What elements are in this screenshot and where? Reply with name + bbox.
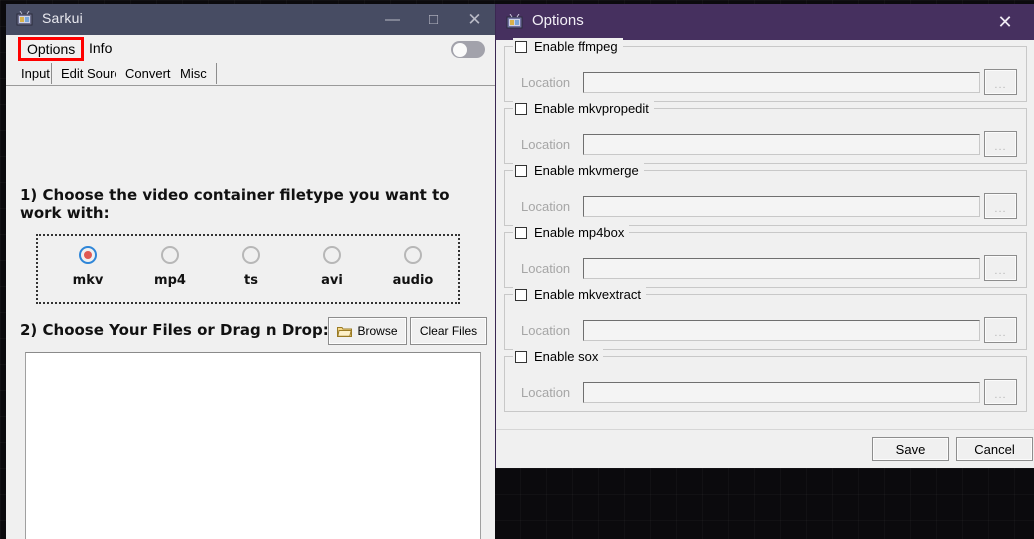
main-titlebar: Sarkui — □ ✕: [6, 4, 495, 35]
browse-dots-button-sox[interactable]: ...: [984, 379, 1017, 405]
browse-button[interactable]: Browse: [328, 317, 407, 345]
step2-heading: 2) Choose Your Files or Drag n Drop:: [20, 321, 329, 339]
options-titlebar: Options ✕: [496, 4, 1034, 40]
location-label: Location: [521, 198, 571, 214]
group-title-mkvpropedit: Enable mkvpropedit: [534, 101, 649, 116]
tv-app-icon: [506, 13, 523, 29]
options-dialog-body: Enable ffmpeg Location ... Enable mkvpro…: [496, 38, 1034, 412]
radio-label-audio: audio: [392, 273, 434, 288]
main-window-title: Sarkui: [42, 10, 83, 26]
radio-circle-ts: [242, 246, 260, 264]
checkbox-enable-ffmpeg[interactable]: [515, 40, 527, 53]
checkbox-enable-mp4box[interactable]: [515, 226, 527, 239]
radio-option-mkv[interactable]: mkv: [46, 246, 130, 288]
filetype-radio-group: mkv mp4 ts avi audio: [36, 234, 460, 304]
browse-button-label: Browse: [357, 324, 398, 338]
browse-dots-button-ffmpeg[interactable]: ...: [984, 69, 1017, 95]
toggle-knob: [452, 42, 467, 57]
radio-label-avi: avi: [321, 273, 343, 288]
window-controls: — □ ✕: [372, 4, 495, 35]
theme-toggle[interactable]: [451, 41, 485, 58]
save-button[interactable]: Save: [872, 437, 949, 461]
checkbox-enable-mkvmerge[interactable]: [515, 164, 527, 177]
group-mkvmerge: Enable mkvmerge Location ...: [504, 162, 1027, 226]
group-mkvpropedit: Enable mkvpropedit Location ...: [504, 100, 1027, 164]
location-label: Location: [521, 74, 571, 90]
location-input-mkvmerge[interactable]: [583, 195, 980, 217]
group-legend[interactable]: Enable ffmpeg: [513, 38, 623, 55]
browse-dots-button-mkvpropedit[interactable]: ...: [984, 131, 1017, 157]
main-window: Sarkui — □ ✕ Options Info Input Edit Sou…: [6, 4, 495, 539]
group-title-sox: Enable sox: [534, 349, 599, 364]
group-title-mp4box: Enable mp4box: [534, 225, 625, 240]
location-label: Location: [521, 322, 571, 338]
radio-option-ts[interactable]: ts: [209, 246, 293, 288]
group-title-mkvextract: Enable mkvextract: [534, 287, 641, 302]
tab-strip: Input Edit Source Convert Misc: [6, 63, 495, 86]
radio-circle-mp4: [161, 246, 179, 264]
clear-files-label: Clear Files: [419, 324, 478, 338]
clear-files-button[interactable]: Clear Files: [410, 317, 487, 345]
group-legend[interactable]: Enable mkvextract: [513, 286, 646, 303]
group-title-ffmpeg: Enable ffmpeg: [534, 39, 618, 54]
group-legend[interactable]: Enable mkvmerge: [513, 162, 644, 179]
group-ffmpeg: Enable ffmpeg Location ...: [504, 38, 1027, 102]
location-row: Location ...: [505, 67, 1026, 97]
location-row: Location ...: [505, 377, 1026, 407]
group-legend[interactable]: Enable sox: [513, 348, 604, 365]
file-list-box[interactable]: [25, 352, 481, 539]
close-icon[interactable]: ✕: [983, 4, 1027, 40]
checkbox-enable-mkvextract[interactable]: [515, 288, 527, 301]
tab-misc[interactable]: Misc: [171, 63, 217, 84]
location-label: Location: [521, 136, 571, 152]
location-input-sox[interactable]: [583, 381, 980, 403]
cancel-button[interactable]: Cancel: [956, 437, 1033, 461]
options-dialog-footer: Save Cancel: [496, 429, 1034, 468]
maximize-icon[interactable]: □: [413, 4, 454, 35]
radio-option-mp4[interactable]: mp4: [128, 246, 212, 288]
radio-circle-audio: [404, 246, 422, 264]
location-label: Location: [521, 384, 571, 400]
radio-label-mp4: mp4: [154, 273, 186, 288]
group-mp4box: Enable mp4box Location ...: [504, 224, 1027, 288]
radio-circle-avi: [323, 246, 341, 264]
location-input-ffmpeg[interactable]: [583, 71, 980, 93]
location-input-mkvextract[interactable]: [583, 319, 980, 341]
group-mkvextract: Enable mkvextract Location ...: [504, 286, 1027, 350]
menu-item-info[interactable]: Info: [89, 40, 112, 56]
menu-bar: Options Info: [6, 35, 495, 62]
radio-circle-mkv: [79, 246, 97, 264]
step1-heading: 1) Choose the video container filetype y…: [20, 186, 450, 222]
browse-dots-button-mkvmerge[interactable]: ...: [984, 193, 1017, 219]
browse-dots-button-mp4box[interactable]: ...: [984, 255, 1017, 281]
browse-dots-button-mkvextract[interactable]: ...: [984, 317, 1017, 343]
location-row: Location ...: [505, 129, 1026, 159]
minimize-icon[interactable]: —: [372, 4, 413, 35]
close-icon[interactable]: ✕: [454, 4, 495, 35]
menu-item-options[interactable]: Options: [18, 37, 85, 61]
radio-label-mkv: mkv: [72, 273, 104, 288]
options-dialog-title: Options: [532, 12, 584, 29]
group-sox: Enable sox Location ...: [504, 348, 1027, 412]
radio-option-avi[interactable]: avi: [290, 246, 374, 288]
options-dialog: Options ✕ Enable ffmpeg Location ... Ena…: [495, 4, 1034, 468]
location-row: Location ...: [505, 253, 1026, 283]
radio-option-audio[interactable]: audio: [371, 246, 455, 288]
location-input-mp4box[interactable]: [583, 257, 980, 279]
checkbox-enable-mkvpropedit[interactable]: [515, 102, 527, 115]
group-legend[interactable]: Enable mp4box: [513, 224, 630, 241]
checkbox-enable-sox[interactable]: [515, 350, 527, 363]
folder-icon: [337, 325, 353, 337]
group-title-mkvmerge: Enable mkvmerge: [534, 163, 639, 178]
location-label: Location: [521, 260, 571, 276]
location-row: Location ...: [505, 191, 1026, 221]
group-legend[interactable]: Enable mkvpropedit: [513, 100, 654, 117]
location-input-mkvpropedit[interactable]: [583, 133, 980, 155]
location-row: Location ...: [505, 315, 1026, 345]
tv-app-icon: [16, 10, 33, 26]
radio-label-ts: ts: [244, 273, 258, 288]
